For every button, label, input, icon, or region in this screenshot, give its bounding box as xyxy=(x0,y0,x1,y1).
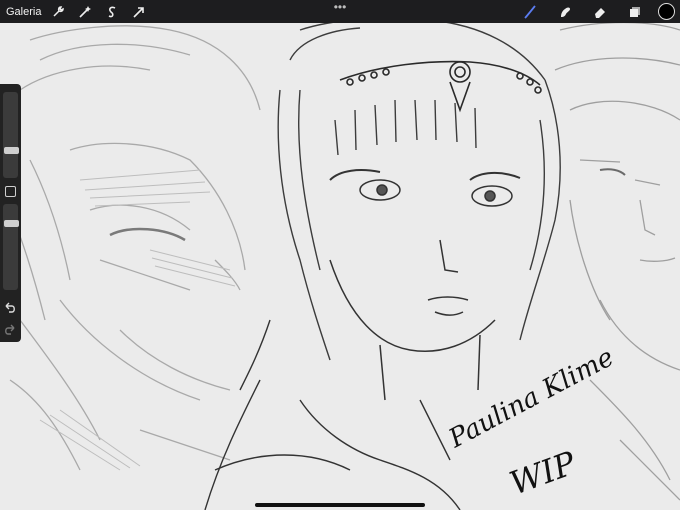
brush-icon[interactable] xyxy=(519,1,541,23)
color-swatch[interactable] xyxy=(658,3,675,20)
brush-opacity-thumb[interactable] xyxy=(4,220,19,227)
smudge-icon[interactable] xyxy=(554,1,576,23)
top-toolbar: Galeria ••• xyxy=(0,0,680,23)
procreate-app: Paulina Klime WIP Galeria ••• xyxy=(0,0,680,510)
selection-icon[interactable] xyxy=(101,1,123,23)
side-toolbar xyxy=(0,84,21,342)
more-options-button[interactable]: ••• xyxy=(330,1,350,13)
right-tools-group xyxy=(506,0,680,23)
drawing-canvas[interactable]: Paulina Klime WIP xyxy=(0,0,680,510)
brush-size-slider[interactable] xyxy=(3,92,19,178)
modify-button[interactable] xyxy=(5,186,16,197)
transform-arrow-icon[interactable] xyxy=(128,1,150,23)
undo-arrow-icon[interactable] xyxy=(3,301,17,315)
brush-size-thumb[interactable] xyxy=(4,147,19,154)
wrench-icon[interactable] xyxy=(47,1,69,23)
brush-opacity-slider[interactable] xyxy=(3,204,19,290)
redo-arrow-icon[interactable] xyxy=(3,323,17,337)
gallery-button[interactable]: Galeria xyxy=(6,6,42,18)
home-indicator[interactable] xyxy=(255,503,425,507)
magic-wand-icon[interactable] xyxy=(74,1,96,23)
layers-icon[interactable] xyxy=(624,1,646,23)
eraser-icon[interactable] xyxy=(589,1,611,23)
